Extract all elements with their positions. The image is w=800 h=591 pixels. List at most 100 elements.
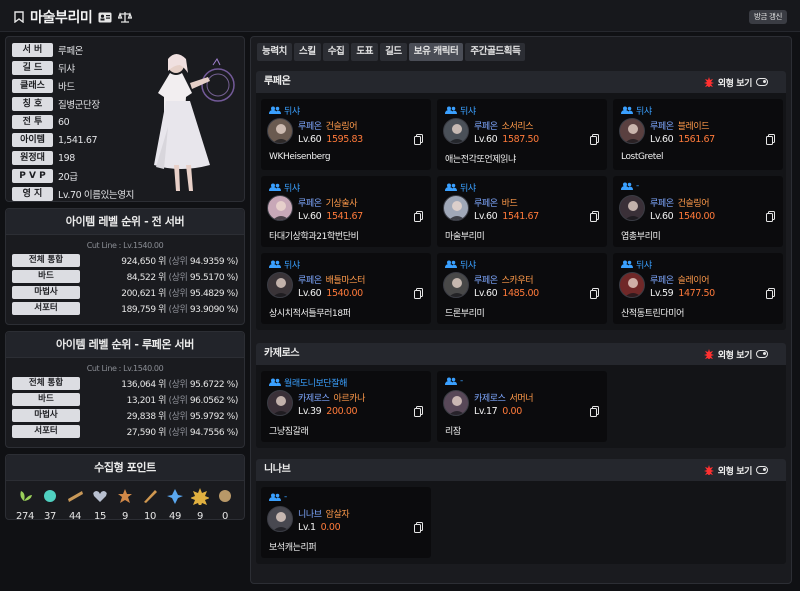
- copy-icon[interactable]: [590, 134, 599, 145]
- character-card[interactable]: - 니나브 암살자 Lv.1 0.00 보석캐는리퍼: [261, 487, 431, 558]
- refresh-button[interactable]: 방금 갱신: [749, 10, 787, 24]
- tab-2[interactable]: 수집: [322, 43, 350, 61]
- copy-icon[interactable]: [414, 211, 423, 222]
- tab-5[interactable]: 보유 캐릭터: [408, 43, 464, 61]
- rank-all-panel: 아이템 레벨 순위 - 전 서버 Cut Line : Lv.1540.00 전…: [5, 208, 245, 325]
- copy-icon[interactable]: [414, 134, 423, 145]
- rank-label: 서포터: [12, 301, 80, 315]
- copy-icon[interactable]: [590, 406, 599, 417]
- orb-icon: [219, 490, 231, 502]
- server-name: 카제로스: [264, 348, 300, 359]
- avatar: [267, 195, 293, 221]
- character-card[interactable]: 뒤샤 루페온 스카우터 Lv.60 1485.00 드론부리미: [437, 253, 607, 324]
- copy-icon[interactable]: [590, 288, 599, 299]
- level-line: Lv.60 1540.00: [298, 288, 363, 299]
- collect-item[interactable]: 9: [114, 487, 136, 522]
- collect-item[interactable]: 274: [14, 487, 36, 522]
- guild-name: 뒤샤: [284, 107, 300, 117]
- character-card[interactable]: 뒤샤 루페온 배틀마스터 Lv.60 1540.00 상시치적서틀무러18퍼: [261, 253, 431, 324]
- collect-value: 9: [122, 511, 128, 522]
- character-level: Lv.60: [474, 288, 498, 299]
- server-section: 루페온 외형 보기 뒤샤 루페온 건슬링어 Lv.60 1595.83 WKHeisenber…: [256, 71, 786, 330]
- character-card[interactable]: 뒤샤 루페온 블레이드 Lv.60 1561.67 LostGretel: [613, 99, 783, 170]
- copy-icon[interactable]: [414, 522, 423, 533]
- level-line: Lv.60 1541.67: [298, 211, 363, 222]
- character-server: 카제로스: [298, 394, 330, 404]
- character-card[interactable]: 뒤샤 루페온 기상술사 Lv.60 1541.67 타대기상학과21학번단비: [261, 176, 431, 247]
- item-level: 1540.00: [678, 211, 715, 222]
- collect-item[interactable]: 44: [64, 487, 86, 522]
- copy-icon[interactable]: [766, 211, 775, 222]
- collect-item[interactable]: 10: [139, 487, 161, 522]
- avatar: [267, 272, 293, 298]
- character-card[interactable]: 월래도니보단잘해 카제로스 아르카나 Lv.39 200.00 그냥짐갈래: [261, 371, 431, 442]
- rank-percent-value: 96.0562 %): [189, 395, 239, 406]
- collect-item[interactable]: 0: [214, 487, 236, 522]
- sun-icon: [190, 488, 210, 508]
- guild-name: 뒤샤: [460, 107, 476, 117]
- id-card-icon[interactable]: [98, 12, 112, 23]
- toggle-icon[interactable]: [756, 466, 768, 474]
- tab-3[interactable]: 도표: [351, 43, 379, 61]
- copy-icon[interactable]: [414, 406, 423, 417]
- character-nickname: LostGretel: [621, 152, 664, 162]
- tab-4[interactable]: 길드: [380, 43, 407, 61]
- character-card[interactable]: 뒤샤 루페온 바드 Lv.60 1541.67 마술부리미: [437, 176, 607, 247]
- toggle-icon[interactable]: [756, 78, 768, 86]
- avatar: [443, 272, 469, 298]
- avatar: [443, 195, 469, 221]
- rank-label: 마법사: [12, 285, 80, 299]
- guild-line: 뒤샤: [445, 258, 476, 271]
- profile-value: 질병군단장: [58, 100, 100, 111]
- character-card[interactable]: - 카제로스 서머너 Lv.17 0.00 리잠: [437, 371, 607, 442]
- toggle-icon[interactable]: [756, 350, 768, 358]
- avatar: [443, 390, 469, 416]
- tab-1[interactable]: 스킬: [294, 43, 321, 61]
- rank-label: 전체 통합: [12, 253, 80, 267]
- copy-icon[interactable]: [590, 211, 599, 222]
- character-card[interactable]: 뒤샤 루페온 건슬링어 Lv.60 1595.83 WKHeisenberg: [261, 99, 431, 170]
- right-panel: 능력치 스킬 수집 도표 길드 보유 캐릭터 주간골드획득 루페온 외형 보기 뒤샤 루페온 건슬링…: [250, 36, 792, 584]
- copy-icon[interactable]: [766, 288, 775, 299]
- collect-item[interactable]: 37: [39, 487, 61, 522]
- look-toggle[interactable]: 외형 보기: [703, 464, 768, 477]
- rank-position: 84,522 위: [126, 272, 167, 283]
- rank-value: 136,064 위 (상위 95.6722 %): [80, 377, 238, 390]
- character-card[interactable]: - 루페온 건슬링어 Lv.60 1540.00 엽총부리미: [613, 176, 783, 247]
- copy-icon[interactable]: [414, 288, 423, 299]
- leaf-icon: [167, 489, 183, 504]
- item-level: 1541.67: [326, 211, 363, 222]
- copy-icon[interactable]: [766, 134, 775, 145]
- character-server: 루페온: [298, 276, 322, 286]
- look-toggle[interactable]: 외형 보기: [703, 348, 768, 361]
- profile-row: 클래스 바드: [12, 79, 75, 93]
- item-level: 0.00: [502, 406, 522, 417]
- rank-server-panel: 아이템 레벨 순위 - 루페온 서버 Cut Line : Lv.1540.00…: [5, 331, 245, 448]
- character-card[interactable]: 뒤샤 루페온 슬레이어 Lv.59 1477.50 산적동트린다미어: [613, 253, 783, 324]
- rank-percent-label: (상위: [168, 272, 188, 283]
- bookmark-icon[interactable]: [14, 11, 24, 23]
- guild-name: 뒤샤: [284, 184, 300, 194]
- rank-position: 29,838 위: [126, 411, 167, 422]
- character-level: Lv.60: [474, 134, 498, 145]
- tab-6[interactable]: 주간골드획득: [465, 43, 526, 61]
- users-icon: [445, 260, 457, 268]
- users-icon: [269, 106, 281, 114]
- look-toggle[interactable]: 외형 보기: [703, 76, 768, 89]
- collect-item[interactable]: 49: [164, 487, 186, 522]
- item-level: 1485.00: [502, 288, 539, 299]
- character-card[interactable]: 뒤샤 루페온 소서리스 Lv.60 1587.50 애는전각또언제읽냐: [437, 99, 607, 170]
- item-level: 1541.67: [502, 211, 539, 222]
- rank-value: 13,201 위 (상위 96.0562 %): [80, 393, 239, 406]
- level-line: Lv.39 200.00: [298, 406, 358, 417]
- character-server: 루페온: [298, 122, 322, 132]
- collect-item[interactable]: 15: [89, 487, 111, 522]
- item-level: 1477.50: [678, 288, 715, 299]
- tab-0[interactable]: 능력치: [257, 43, 293, 61]
- scale-icon[interactable]: [118, 11, 133, 23]
- profile-value: 루페온: [58, 46, 84, 57]
- rank-percent-value: 95.6722 %): [189, 379, 239, 390]
- collect-item[interactable]: 9: [189, 487, 211, 522]
- character-level: Lv.60: [298, 288, 322, 299]
- rank-server-title: 아이템 레벨 순위 - 루페온 서버: [6, 332, 244, 358]
